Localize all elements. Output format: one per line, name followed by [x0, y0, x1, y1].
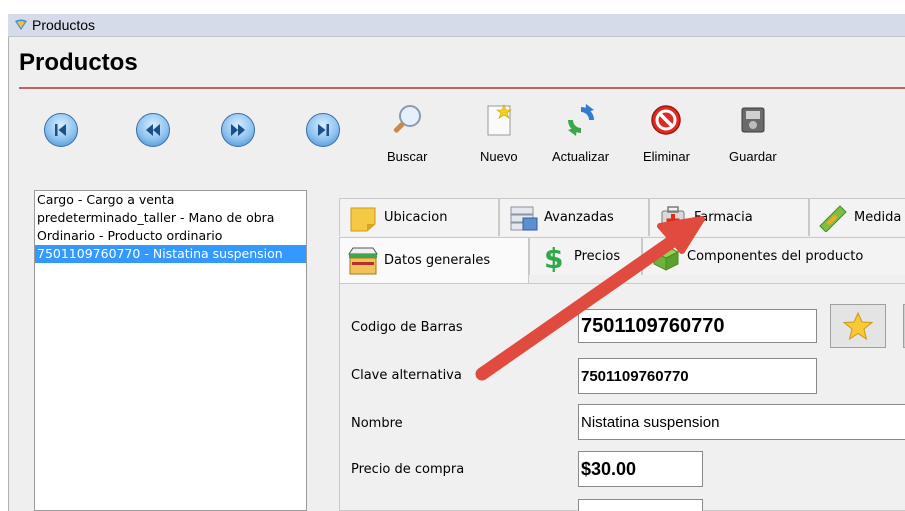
nuevo-button[interactable]: Nuevo	[480, 103, 518, 165]
actualizar-label: Actualizar	[552, 149, 610, 164]
buscar-button[interactable]: Buscar	[387, 103, 427, 165]
purchase-price-value: $30.00	[581, 458, 637, 479]
buscar-label: Buscar	[387, 149, 428, 164]
list-item[interactable]: Ordinario - Producto ordinario	[35, 227, 306, 245]
tab-farmacia-label: Farmacia	[694, 210, 753, 225]
purchase-price-label: Precio de compra	[351, 462, 465, 477]
tab-componentes-label: Componentes del producto	[687, 249, 864, 264]
name-field[interactable]: Nistatina suspension	[578, 404, 905, 440]
tab-medida-label: Medida	[854, 210, 902, 225]
tab-avanzadas-label: Avanzadas	[544, 210, 614, 225]
last-icon	[318, 124, 329, 136]
tab-avanzadas[interactable]: Avanzadas	[499, 198, 649, 236]
favorite-button[interactable]	[830, 304, 886, 348]
search-icon	[394, 105, 422, 133]
alt-key-label: Clave alternativa	[351, 368, 462, 383]
first-icon	[55, 124, 66, 136]
previous-record-button[interactable]	[136, 113, 170, 147]
nuevo-label: Nuevo	[480, 149, 518, 164]
database-icon	[510, 206, 538, 230]
window-body: Productos Buscar Nuevo Actualizar Elimin…	[8, 37, 905, 511]
refresh-icon	[567, 104, 594, 136]
list-item-selected[interactable]: 7501109760770 - Nistatina suspension	[35, 245, 306, 263]
dollar-icon: $	[544, 242, 563, 272]
window-titlebar: Productos	[8, 14, 905, 37]
tab-datos-generales-label: Datos generales	[384, 253, 491, 268]
window-title: Productos	[32, 17, 96, 33]
tab-precios[interactable]: $ Precios	[529, 237, 642, 275]
heading-divider	[19, 87, 905, 89]
eliminar-button[interactable]: Eliminar	[643, 103, 690, 165]
alt-key-field[interactable]: 7501109760770	[578, 358, 817, 394]
tab-farmacia[interactable]: Farmacia	[649, 198, 809, 236]
purchase-price-field[interactable]: $30.00	[578, 451, 703, 487]
product-list[interactable]: Cargo - Cargo a venta predeterminado_tal…	[34, 190, 307, 511]
guardar-button[interactable]: Guardar	[729, 103, 777, 165]
guardar-label: Guardar	[729, 149, 777, 164]
note-icon	[350, 207, 376, 231]
tab-medida[interactable]: Medida	[809, 198, 905, 236]
boxes-icon	[652, 244, 680, 271]
new-document-icon	[487, 104, 512, 136]
first-aid-icon	[661, 205, 685, 230]
list-item[interactable]: Cargo - Cargo a venta	[35, 191, 306, 209]
next-icon	[231, 124, 245, 136]
save-disk-icon	[741, 107, 765, 133]
svg-text:$: $	[544, 242, 563, 272]
page-title: Productos	[19, 49, 138, 76]
tab-ubicacion[interactable]: Ubicacion	[339, 198, 499, 236]
tab-componentes[interactable]: Componentes del producto	[642, 237, 905, 275]
last-record-button[interactable]	[306, 113, 340, 147]
barcode-field[interactable]: 7501109760770	[578, 309, 817, 343]
delete-icon	[651, 105, 682, 135]
barcode-label: Codigo de Barras	[351, 320, 463, 335]
previous-icon	[146, 124, 160, 136]
tab-precios-label: Precios	[574, 249, 621, 264]
next-record-button[interactable]	[221, 113, 255, 147]
name-label: Nombre	[351, 416, 403, 431]
tab-ubicacion-label: Ubicacion	[384, 210, 448, 225]
alt-key-value: 7501109760770	[581, 367, 689, 385]
ruler-icon	[819, 204, 847, 232]
star-icon	[843, 311, 873, 341]
name-value: Nistatina suspension	[581, 413, 720, 431]
first-record-button[interactable]	[44, 113, 78, 147]
app-icon	[15, 19, 27, 30]
actualizar-button[interactable]: Actualizar	[552, 103, 609, 165]
list-item[interactable]: predeterminado_taller - Mano de obra	[35, 209, 306, 227]
next-price-field[interactable]	[578, 499, 703, 511]
tab-datos-generales[interactable]: Datos generales	[339, 237, 529, 283]
eliminar-label: Eliminar	[643, 149, 690, 164]
barcode-value: 7501109760770	[581, 314, 725, 337]
store-icon	[348, 247, 378, 274]
